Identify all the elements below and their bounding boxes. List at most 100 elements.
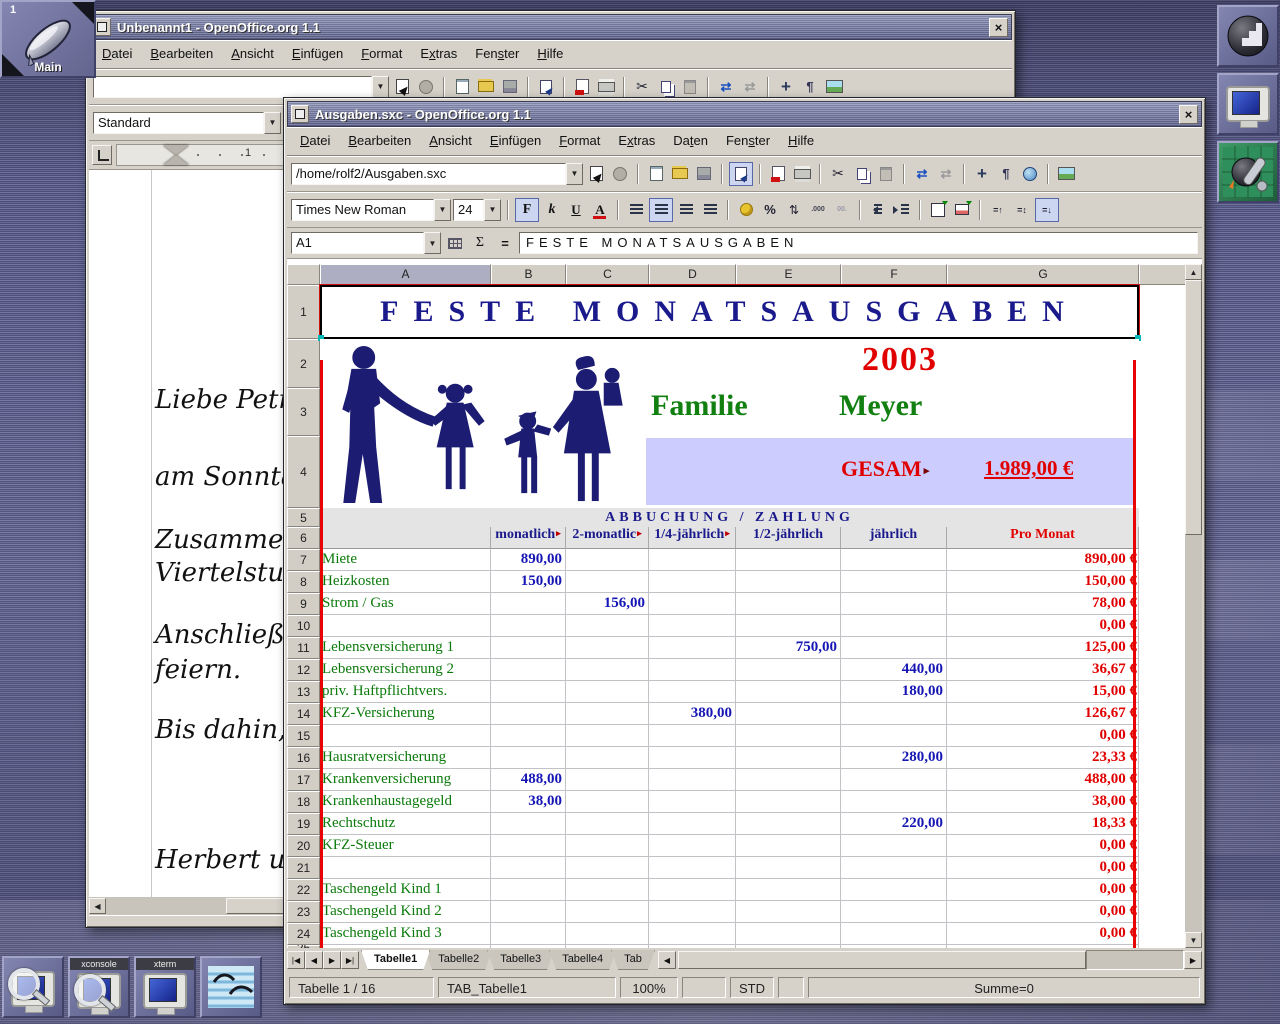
cell-B12[interactable] xyxy=(491,659,566,681)
paragraph-style-value[interactable]: Standard xyxy=(93,112,264,134)
delete-decimal-icon[interactable] xyxy=(831,199,853,221)
cell-E7[interactable] xyxy=(736,549,841,571)
gallery-icon[interactable] xyxy=(1055,163,1077,185)
cell-A1-selected[interactable]: FESTE MONATSAUSGABEN xyxy=(320,285,1139,339)
row-header-2[interactable]: 2 xyxy=(287,339,320,388)
row-header-21[interactable]: 21 xyxy=(287,857,320,879)
scrollbar-trough[interactable] xyxy=(1086,950,1184,970)
cell-B10[interactable] xyxy=(491,615,566,637)
cell-C22[interactable] xyxy=(566,879,649,901)
url-input[interactable]: /home/rolf2/Ausgaben.sxc xyxy=(291,163,566,185)
dock-monitor-button[interactable] xyxy=(1217,73,1279,135)
dock-afterstep-button[interactable] xyxy=(1217,5,1279,67)
add-decimal-icon[interactable] xyxy=(807,199,829,221)
first-sheet-icon[interactable]: |◀ xyxy=(287,951,305,969)
chevron-down-icon[interactable]: ▼ xyxy=(566,163,583,185)
cell-G13[interactable]: 15,00 € xyxy=(947,681,1139,703)
align-center-vertical-icon[interactable] xyxy=(1011,199,1033,221)
cell-E23[interactable] xyxy=(736,901,841,923)
stylist-icon[interactable] xyxy=(995,163,1017,185)
cell-B7[interactable]: 890,00 xyxy=(491,549,566,571)
paragraph-style-combo[interactable]: Standard ▼ xyxy=(93,112,281,134)
scrollbar-thumb[interactable] xyxy=(1185,280,1202,535)
cell-B17[interactable]: 488,00 xyxy=(491,769,566,791)
cell-D17[interactable] xyxy=(649,769,736,791)
sheet-tab-tab[interactable]: Tab xyxy=(611,950,655,970)
chevron-down-icon[interactable]: ▼ xyxy=(434,199,451,221)
align-center-icon[interactable] xyxy=(649,198,673,222)
cell-B21[interactable] xyxy=(491,857,566,879)
row-header-3[interactable]: 3 xyxy=(287,388,320,436)
cell-B22[interactable] xyxy=(491,879,566,901)
align-bottom-icon[interactable] xyxy=(1035,198,1059,222)
family-band[interactable]: 2003 Familie Meyer GESAM 1.989,00 € xyxy=(320,339,1139,508)
row-header-8[interactable]: 8 xyxy=(287,571,320,593)
scroll-right-icon[interactable]: ▶ xyxy=(1184,951,1202,969)
cell-C21[interactable] xyxy=(566,857,649,879)
row-header-19[interactable]: 19 xyxy=(287,813,320,835)
new-document-icon[interactable] xyxy=(451,76,473,98)
menu-ansicht[interactable]: Ansicht xyxy=(420,128,481,154)
cell-A14[interactable]: KFZ-Versicherung xyxy=(320,703,491,725)
formula-input[interactable]: FESTE MONATSAUSGABEN xyxy=(519,232,1198,254)
row-header-22[interactable]: 22 xyxy=(287,879,320,901)
previous-sheet-icon[interactable]: ◀ xyxy=(305,951,323,969)
cell-C20[interactable] xyxy=(566,835,649,857)
font-size-value[interactable]: 24 xyxy=(453,199,484,221)
cell-F14[interactable] xyxy=(841,703,947,725)
cell-D19[interactable] xyxy=(649,813,736,835)
cell-C12[interactable] xyxy=(566,659,649,681)
row-header-18[interactable]: 18 xyxy=(287,791,320,813)
cell-F13[interactable]: 180,00 xyxy=(841,681,947,703)
cell-F18[interactable] xyxy=(841,791,947,813)
cell-A13[interactable]: priv. Haftpflichtvers. xyxy=(320,681,491,703)
cell-C13[interactable] xyxy=(566,681,649,703)
menu-hilfe[interactable]: Hilfe xyxy=(528,41,572,67)
cell-D9[interactable] xyxy=(649,593,736,615)
currency-format-icon[interactable] xyxy=(735,199,757,221)
row-header-6[interactable]: 6 xyxy=(287,527,320,549)
cell-B18[interactable]: 38,00 xyxy=(491,791,566,813)
cell-F7[interactable] xyxy=(841,549,947,571)
cell-D23[interactable] xyxy=(649,901,736,923)
window-menu-button[interactable] xyxy=(291,105,309,123)
next-sheet-icon[interactable]: ▶ xyxy=(323,951,341,969)
chevron-down-icon[interactable]: ▼ xyxy=(424,232,441,254)
undo-icon[interactable] xyxy=(715,76,737,98)
calc-titlebar[interactable]: Ausgaben.sxc - OpenOffice.org 1.1 × xyxy=(287,101,1202,127)
cell-E14[interactable] xyxy=(736,703,841,725)
print-icon[interactable] xyxy=(595,76,617,98)
cell-D13[interactable] xyxy=(649,681,736,703)
paste-icon[interactable] xyxy=(679,76,701,98)
status-sum[interactable]: Summe=0 xyxy=(808,977,1200,998)
align-right-icon[interactable] xyxy=(675,199,697,221)
cell-B14[interactable] xyxy=(491,703,566,725)
name-box-combo[interactable]: A1 ▼ xyxy=(291,232,441,254)
taskbar-xconsole-button[interactable]: xconsole xyxy=(68,956,130,1018)
copy-icon[interactable] xyxy=(851,163,873,185)
cell-A19[interactable]: Rechtschutz xyxy=(320,813,491,835)
standard-format-icon[interactable] xyxy=(783,199,805,221)
cell-F17[interactable] xyxy=(841,769,947,791)
last-sheet-icon[interactable]: ▶| xyxy=(341,951,359,969)
row-header-1[interactable]: 1 xyxy=(287,285,320,339)
indent-marker-icon[interactable] xyxy=(163,155,189,165)
cell-G10[interactable]: 0,00 € xyxy=(947,615,1139,637)
writer-url-combo[interactable]: ▼ xyxy=(93,76,389,98)
open-file-icon[interactable] xyxy=(475,76,497,98)
cell-D25[interactable] xyxy=(649,945,736,948)
cell-E25[interactable] xyxy=(736,945,841,948)
menu-format[interactable]: Format xyxy=(352,41,411,67)
open-file-icon[interactable] xyxy=(669,163,691,185)
cell-G6[interactable]: Pro Monat xyxy=(947,527,1139,549)
cell-D11[interactable] xyxy=(649,637,736,659)
cell-G11[interactable]: 125,00 € xyxy=(947,637,1139,659)
cell-F22[interactable] xyxy=(841,879,947,901)
cell-A9[interactable]: Strom / Gas xyxy=(320,593,491,615)
cell-F25[interactable] xyxy=(841,945,947,948)
increase-indent-icon[interactable] xyxy=(891,199,913,221)
scroll-down-icon[interactable]: ▼ xyxy=(1185,932,1202,948)
cell-B24[interactable] xyxy=(491,923,566,945)
cell-D7[interactable] xyxy=(649,549,736,571)
cell-A16[interactable]: Hausratversicherung xyxy=(320,747,491,769)
